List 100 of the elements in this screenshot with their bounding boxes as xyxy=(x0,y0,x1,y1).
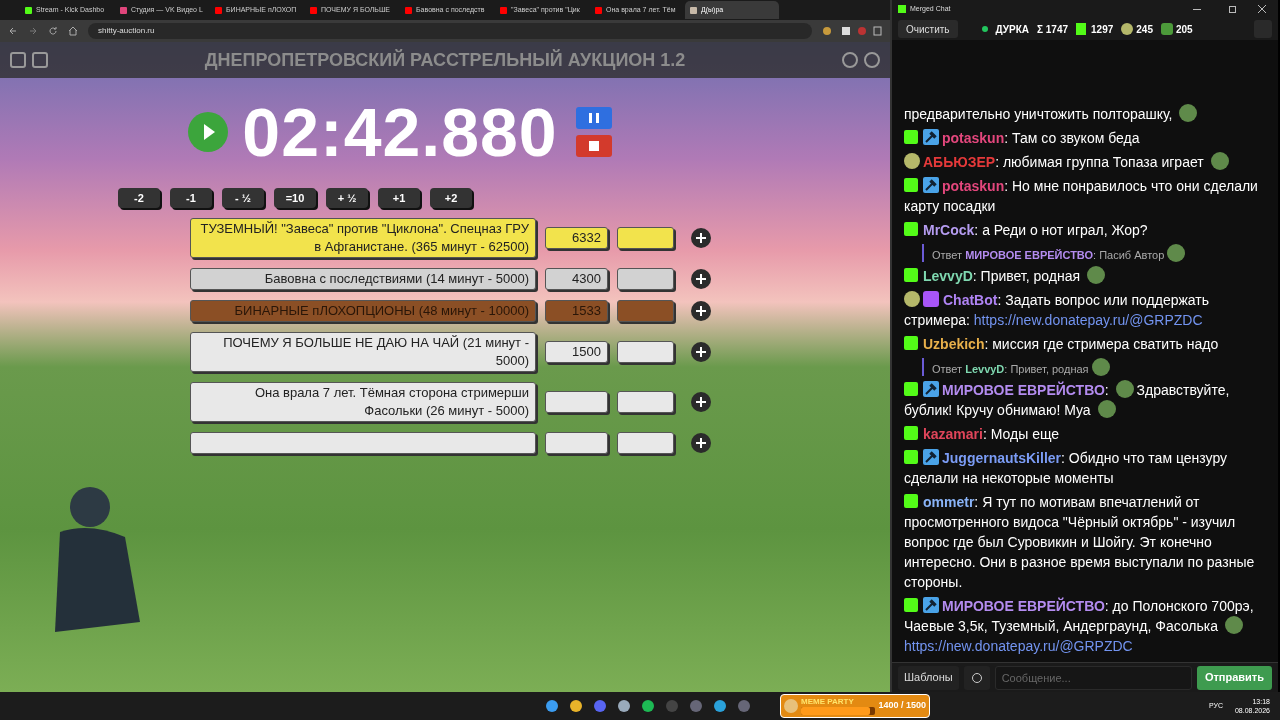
hammer-icon xyxy=(923,597,939,613)
kick-logo-icon xyxy=(1076,23,1087,35)
emote-icon xyxy=(1097,400,1116,418)
page-title: ДНЕПРОПЕТРОВСКИЙ РАССТРЕЛЬНЫЙ АУКЦИОН 1.2 xyxy=(203,48,687,72)
time-adjust-button[interactable]: -1 xyxy=(170,188,212,208)
time-adjust-button[interactable]: +1 xyxy=(378,188,420,208)
lot-amount-field[interactable] xyxy=(545,391,608,413)
hammer-icon xyxy=(923,129,939,145)
back-icon[interactable] xyxy=(8,26,18,36)
kick-logo-icon xyxy=(904,130,918,144)
time-adjust-button[interactable]: =10 xyxy=(274,188,316,208)
minimize-icon[interactable] xyxy=(1193,8,1201,10)
lot-title-field[interactable] xyxy=(190,432,536,454)
chat-message: Uzbekich: миссия где стримера сватить надо xyxy=(904,334,1266,354)
chat-message: JuggernautsKiller: Обидно что там цензуру сделали на некоторые моменты xyxy=(904,448,1228,488)
add-icon[interactable] xyxy=(691,392,711,412)
taskbar-app-icon[interactable] xyxy=(714,700,726,712)
taskbar-app-icon[interactable] xyxy=(546,700,558,712)
close-icon[interactable] xyxy=(1258,5,1266,13)
clear-button[interactable]: Очистить xyxy=(898,20,958,38)
progress-reading: 1400 / 1500 xyxy=(878,699,926,713)
chat-message: ommetr: Я тут по мотивам впечатлений от просмотренного видоса "Чёрный октябрь" - изучил вопрос где был Суровикин и Шойгу. Эт конечно интересно. Они в разное время выступали по разные стороны. xyxy=(904,493,1256,592)
address-bar[interactable]: shitty-auction.ru xyxy=(88,23,812,39)
donation-link[interactable]: https://new.donatepay.ru/@GRPZDC xyxy=(973,312,1203,328)
widget-title: MEME PARTY xyxy=(801,697,855,707)
time-adjust-button[interactable]: - ½ xyxy=(222,188,264,208)
site-icon xyxy=(215,6,222,14)
save-icon[interactable] xyxy=(32,52,48,68)
add-icon[interactable] xyxy=(691,269,711,289)
add-icon[interactable] xyxy=(691,228,711,248)
add-icon[interactable] xyxy=(691,342,711,362)
lot-title-field[interactable]: Она врала 7 лет. Тёмная сторона стримерши Фасольки (26 минут - 5000) xyxy=(190,382,536,422)
emote-icon xyxy=(1086,266,1105,284)
send-button[interactable]: Отправить xyxy=(1196,665,1272,690)
lot-bid-field[interactable] xyxy=(617,227,674,249)
chat-message: potaskun: Там со звуком беда xyxy=(904,128,1266,148)
emote-icon xyxy=(1210,152,1229,170)
kick-logo-icon xyxy=(904,268,918,282)
pause-button[interactable] xyxy=(575,107,612,129)
taskbar-app-icon[interactable] xyxy=(594,700,606,712)
lot-amount-field[interactable]: 1500 xyxy=(545,341,608,363)
reply-quote: Ответ LevvyD: Привет, родная xyxy=(922,358,1266,376)
site-icon xyxy=(690,6,697,14)
chat-message: ChatBot: Задать вопрос или поддержать стримера: https://new.donatepay.ru/@GRPZDC xyxy=(904,290,1211,330)
play-button[interactable] xyxy=(188,112,229,152)
lot-bid-field[interactable] xyxy=(617,432,674,454)
lot-title-field[interactable]: Бавовна с последствиями (14 минут - 5000) xyxy=(190,268,536,290)
chat-message: kazamari: Моды еще xyxy=(904,424,1266,444)
lot-amount-field[interactable]: 6332 xyxy=(545,227,608,249)
hammer-icon xyxy=(923,381,939,397)
lot-bid-field[interactable] xyxy=(617,391,674,413)
emoji-button[interactable] xyxy=(963,665,990,690)
lot-bid-field[interactable] xyxy=(617,268,674,290)
stop-button[interactable] xyxy=(575,135,612,157)
emote-icon xyxy=(1179,104,1198,122)
emote-icon xyxy=(1091,358,1110,376)
kick-logo-icon xyxy=(904,494,918,508)
templates-button[interactable]: Шаблоны xyxy=(898,665,959,690)
add-icon[interactable] xyxy=(691,301,711,321)
time-adjust-button[interactable]: + ½ xyxy=(326,188,368,208)
kick-logo-icon xyxy=(904,382,918,396)
site-icon xyxy=(310,6,317,14)
hammer-icon xyxy=(923,177,939,193)
emote-icon xyxy=(1121,23,1134,35)
emote-icon xyxy=(1167,244,1186,262)
timer: 02:42.880 xyxy=(242,98,558,166)
lot-title-field[interactable]: ПОЧЕМУ Я БОЛЬШЕ НЕ ДАЮ НА ЧАЙ (21 минут - 5000) xyxy=(190,332,536,372)
home-icon[interactable] xyxy=(68,26,78,36)
lot-amount-field[interactable]: 4300 xyxy=(545,268,608,290)
kick-logo-icon xyxy=(904,336,918,350)
add-icon[interactable] xyxy=(691,433,711,453)
sidebar-icon[interactable] xyxy=(10,52,26,68)
time-adjust-button[interactable]: +2 xyxy=(430,188,472,208)
maximize-icon[interactable] xyxy=(1229,5,1236,13)
site-icon xyxy=(405,6,412,14)
lot-bid-field[interactable] xyxy=(617,300,674,322)
frog-icon xyxy=(1160,23,1173,35)
hammer-icon xyxy=(923,449,939,465)
message-field[interactable]: Сообщение... xyxy=(994,665,1192,690)
lot-title-field[interactable]: ТУЗЕМНЫЙ! "Завеса" против "Циклона". Спецназ ГРУ в Афганистане. (365 минут - 62500) xyxy=(190,218,536,258)
app-logo-icon xyxy=(898,5,906,13)
chat-message: potaskun: Но мне понравилось что они сделали карту посадки xyxy=(904,176,1259,216)
site-icon xyxy=(25,6,32,14)
chat-message: LevvyD: Привет, родная xyxy=(904,266,1266,286)
donation-link[interactable]: https://new.donatepay.ru/@GRPZDC xyxy=(904,638,1133,654)
time-adjust-button[interactable]: -2 xyxy=(118,188,160,208)
chat-message: предварительно уничтожить полторашку, xyxy=(904,104,1266,124)
taskbar-app-icon[interactable] xyxy=(618,700,630,712)
kick-logo-icon xyxy=(904,178,918,192)
reply-quote: Ответ МИРОВОЕ ЕВРЕЙСТВО: Пасиб Автор xyxy=(922,244,1266,262)
lot-bid-field[interactable] xyxy=(617,341,674,363)
viewer-count: Σ 1747 xyxy=(1037,22,1069,37)
forward-icon[interactable] xyxy=(28,26,38,36)
emote-icon xyxy=(904,291,920,307)
chat-message: МИРОВОЕ ЕВРЕЙСТВО: до Полонского 700рэ, Чаевые 3,5к, Туземный, Андерграунд, Фасолька https://new.donatepay.ru/@GRPZDC xyxy=(904,596,1255,656)
taskbar-app-icon[interactable] xyxy=(642,700,654,712)
lot-amount-field[interactable] xyxy=(545,432,608,454)
reload-icon[interactable] xyxy=(48,26,58,36)
taskbar-app-icon[interactable] xyxy=(570,700,582,712)
kick-logo-icon xyxy=(904,222,918,236)
